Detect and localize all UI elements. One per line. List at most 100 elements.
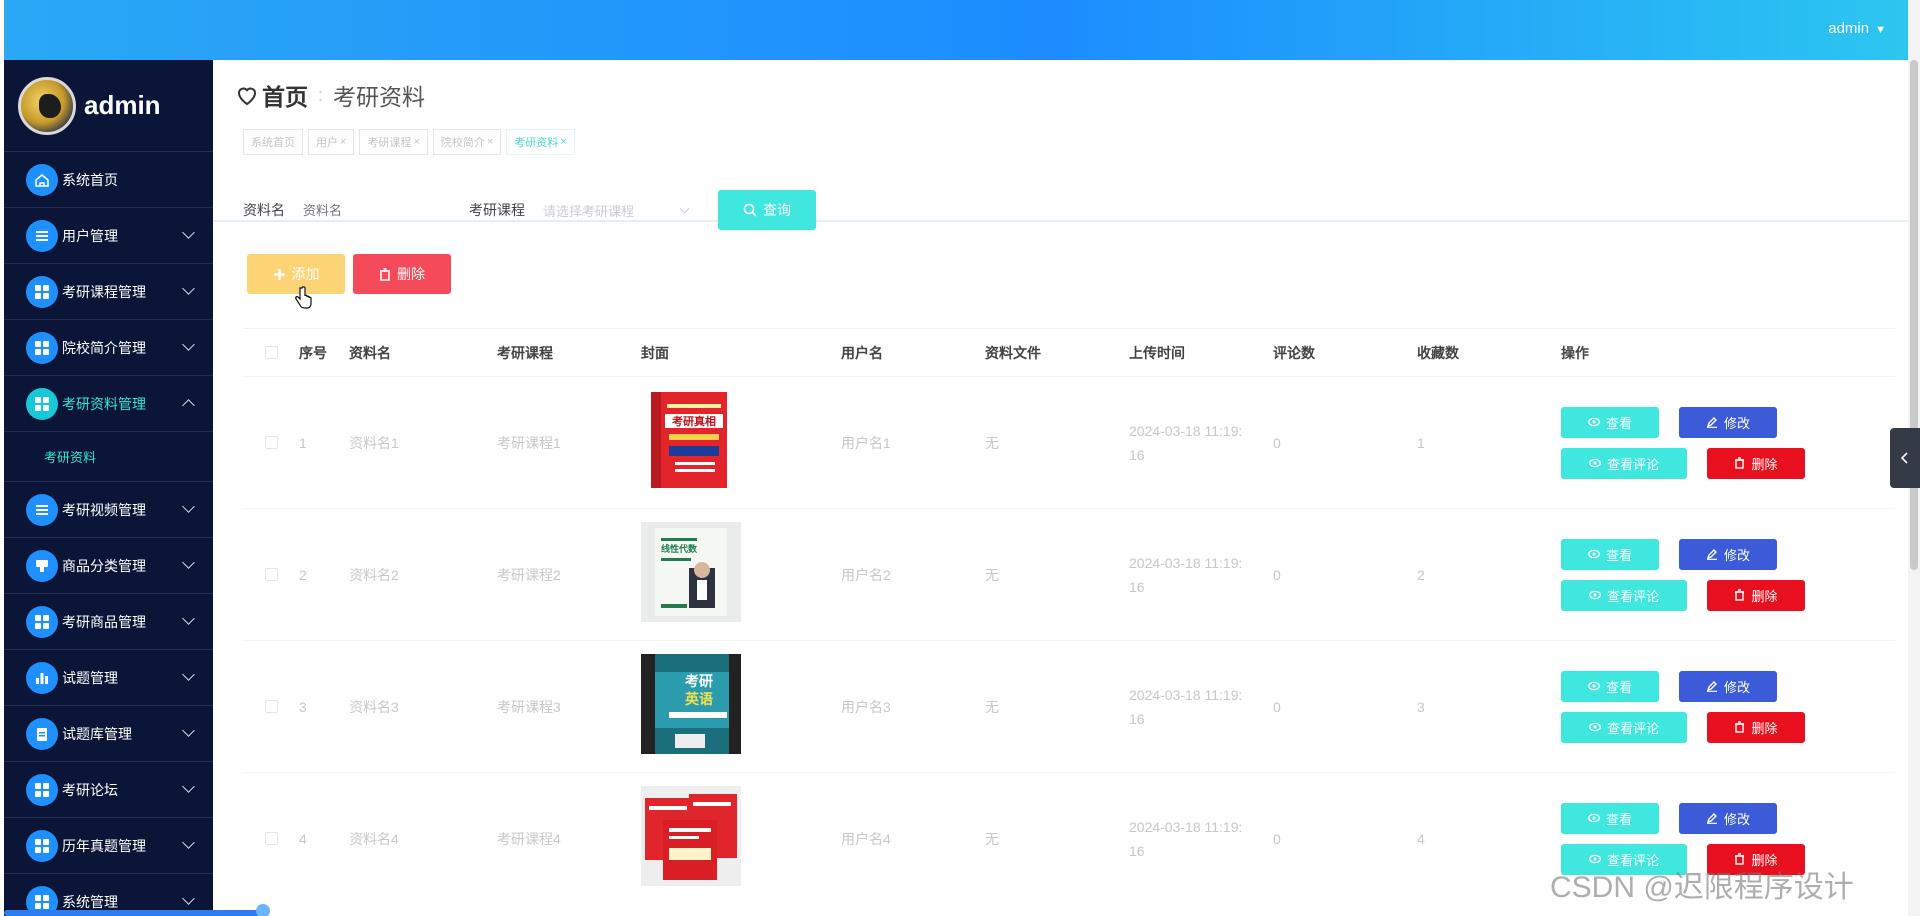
sidebar-item-6[interactable]: 商品分类管理 bbox=[4, 538, 213, 594]
delete-button[interactable]: 删除 bbox=[1707, 447, 1805, 479]
view-comments-button[interactable]: 查看评论 bbox=[1561, 447, 1687, 479]
batch-delete-button-label: 删除 bbox=[397, 266, 425, 282]
tab-1[interactable]: 用户 × bbox=[308, 129, 355, 155]
tab-3[interactable]: 院校简介 × bbox=[432, 129, 502, 155]
delete-button[interactable]: 删除 bbox=[1707, 711, 1805, 743]
column-header: 考研课程 bbox=[497, 344, 553, 361]
vertical-scroll-thumb[interactable] bbox=[1910, 60, 1918, 570]
material-name: 资料名4 bbox=[349, 830, 399, 847]
search-icon bbox=[743, 203, 757, 217]
tag-icon bbox=[26, 549, 58, 582]
trash-icon bbox=[1735, 589, 1745, 601]
list-icon bbox=[26, 493, 58, 526]
close-icon[interactable]: × bbox=[340, 136, 346, 148]
course-filter-select[interactable]: 请选择考研课程 bbox=[533, 193, 698, 227]
user-menu[interactable]: admin ▼ bbox=[1828, 20, 1886, 37]
close-icon[interactable]: × bbox=[487, 136, 493, 148]
sidebar-item-0[interactable]: 系统首页 bbox=[4, 152, 213, 208]
tab-2[interactable]: 考研课程 × bbox=[359, 129, 428, 155]
chevron-down-icon bbox=[182, 892, 195, 905]
cover-image[interactable]: 考研真相 bbox=[641, 392, 741, 494]
sidebar-item-4[interactable]: 考研资料管理 bbox=[4, 376, 213, 432]
delete-button-label: 删除 bbox=[1751, 588, 1778, 604]
row-checkbox[interactable] bbox=[265, 700, 278, 713]
upload-time-line2: 16 bbox=[1129, 710, 1145, 727]
row-checkbox[interactable] bbox=[265, 568, 278, 581]
sidebar-item-7[interactable]: 考研商品管理 bbox=[4, 594, 213, 650]
svg-text:线性代数: 线性代数 bbox=[661, 543, 698, 555]
edit-button[interactable]: 修改 bbox=[1679, 802, 1777, 834]
sidebar: admin 系统首页 用户管理 考研课程管理 院校简介管理 考研资料管理 考研资料 考研视频… bbox=[4, 60, 213, 916]
sidebar-item-2[interactable]: 考研课程管理 bbox=[4, 264, 213, 320]
cover-image[interactable]: 线性代数 bbox=[641, 522, 741, 626]
heart-icon bbox=[237, 87, 257, 106]
delete-button-label: 删除 bbox=[1751, 456, 1778, 472]
batch-delete-button[interactable]: 删除 bbox=[353, 254, 451, 294]
view-comments-button[interactable]: 查看评论 bbox=[1561, 579, 1687, 611]
row-select-cell bbox=[243, 700, 299, 713]
row-checkbox[interactable] bbox=[265, 832, 278, 845]
row-index: 1 bbox=[299, 434, 307, 451]
view-comments-button-label: 查看评论 bbox=[1606, 456, 1659, 472]
sidebar-item-11[interactable]: 历年真题管理 bbox=[4, 818, 213, 874]
tab-0[interactable]: 系统首页 bbox=[243, 129, 303, 155]
sidebar-item-9[interactable]: 试题库管理 bbox=[4, 706, 213, 762]
view-button[interactable]: 查看 bbox=[1561, 802, 1659, 834]
cover-image[interactable]: 考研 英语 bbox=[641, 654, 741, 758]
tab-4[interactable]: 考研资料 × bbox=[506, 129, 575, 155]
edit-button[interactable]: 修改 bbox=[1679, 538, 1777, 570]
search-button[interactable]: 查询 bbox=[718, 190, 816, 230]
course-name: 考研课程2 bbox=[497, 566, 561, 583]
edit-button[interactable]: 修改 bbox=[1679, 406, 1777, 438]
column-header: 序号 bbox=[299, 344, 327, 361]
cover-cell bbox=[641, 786, 841, 891]
edit-icon bbox=[1706, 813, 1717, 824]
sidebar-item-label: 考研资料管理 bbox=[62, 395, 146, 412]
close-icon[interactable]: × bbox=[413, 136, 419, 148]
sidebar-item-8[interactable]: 试题管理 bbox=[4, 650, 213, 706]
edit-button[interactable]: 修改 bbox=[1679, 670, 1777, 702]
upload-time: 2024-03-18 11:19: 16 bbox=[1129, 815, 1273, 863]
row-checkbox[interactable] bbox=[265, 436, 278, 449]
view-button[interactable]: 查看 bbox=[1561, 406, 1659, 438]
breadcrumb-home[interactable]: 首页 bbox=[262, 78, 308, 112]
sidebar-subitem-materials[interactable]: 考研资料 bbox=[4, 432, 213, 482]
select-all-checkbox[interactable] bbox=[265, 346, 278, 359]
eye-icon bbox=[1588, 417, 1600, 427]
app-root: admin ▼ admin 系统首页 用户管理 考研课程管理 院校简介管理 考研资料管理考… bbox=[0, 0, 1920, 916]
close-icon[interactable]: × bbox=[560, 136, 566, 148]
chevron-left-icon bbox=[1900, 452, 1908, 464]
view-button-label: 查看 bbox=[1605, 811, 1632, 827]
sidebar-item-label: 系统管理 bbox=[62, 893, 118, 910]
side-panel-toggle[interactable] bbox=[1890, 428, 1920, 488]
user-name: 用户名4 bbox=[841, 830, 891, 847]
view-button[interactable]: 查看 bbox=[1561, 670, 1659, 702]
name-filter-input[interactable] bbox=[293, 193, 443, 227]
sidebar-item-5[interactable]: 考研视频管理 bbox=[4, 482, 213, 538]
list-icon bbox=[26, 219, 58, 252]
grid-icon bbox=[26, 275, 58, 308]
course-name: 考研课程1 bbox=[497, 434, 561, 451]
favorite-count: 2 bbox=[1417, 566, 1425, 583]
column-header: 资料文件 bbox=[985, 344, 1041, 361]
edit-button-label: 修改 bbox=[1723, 547, 1750, 563]
sidebar-item-3[interactable]: 院校简介管理 bbox=[4, 320, 213, 376]
column-header: 资料名 bbox=[349, 344, 391, 361]
row-index: 3 bbox=[299, 698, 307, 715]
delete-button[interactable]: 删除 bbox=[1707, 579, 1805, 611]
user-name: 用户名2 bbox=[841, 566, 891, 583]
view-comments-button[interactable]: 查看评论 bbox=[1561, 711, 1687, 743]
horizontal-scrollbar[interactable] bbox=[4, 910, 268, 916]
view-button[interactable]: 查看 bbox=[1561, 538, 1659, 570]
column-header: 评论数 bbox=[1273, 344, 1315, 361]
grid-icon bbox=[26, 331, 58, 364]
sidebar-item-1[interactable]: 用户管理 bbox=[4, 208, 213, 264]
horizontal-scroll-knob[interactable] bbox=[256, 904, 270, 916]
sidebar-item-label: 院校简介管理 bbox=[62, 339, 146, 356]
sidebar-item-label: 历年真题管理 bbox=[62, 837, 146, 854]
column-header: 收藏数 bbox=[1417, 344, 1459, 361]
delete-button-label: 删除 bbox=[1751, 720, 1778, 736]
materials-table: 序号 资料名 考研课程 封面 用户名 资料文件 上传时间 评论数 收藏数 操作 1 资料名1 考研课程… bbox=[243, 328, 1895, 904]
sidebar-item-10[interactable]: 考研论坛 bbox=[4, 762, 213, 818]
cover-image[interactable] bbox=[641, 786, 741, 890]
